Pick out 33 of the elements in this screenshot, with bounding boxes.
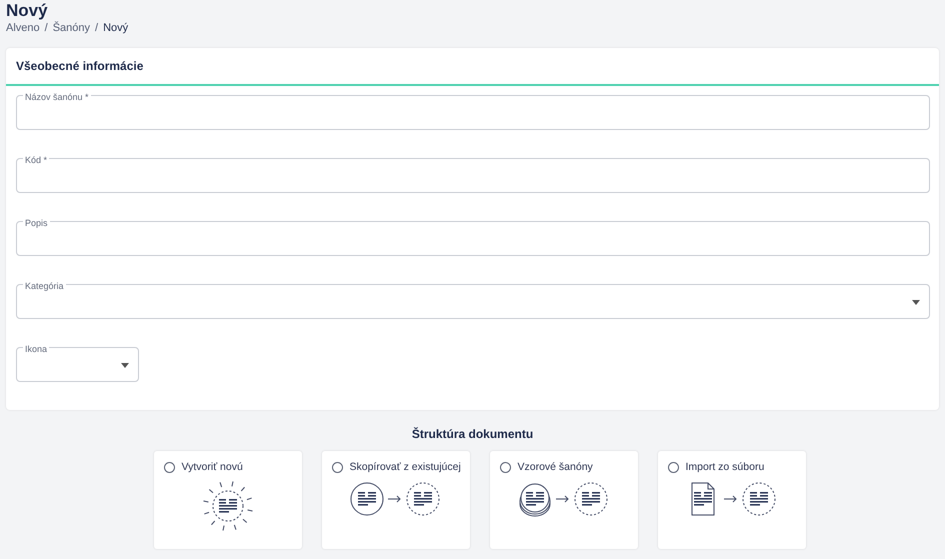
radio-button[interactable] xyxy=(500,462,510,472)
field-label: Názov šanónu * xyxy=(23,92,91,102)
input-field[interactable]: Popis xyxy=(16,221,930,256)
document-burst-drawing xyxy=(202,481,252,531)
option-card[interactable]: Vytvoriť novú xyxy=(154,451,302,549)
caret-icon xyxy=(912,300,920,305)
select-field[interactable]: Kategória xyxy=(16,284,930,319)
field-label: Kód * xyxy=(23,155,50,165)
section-title: Štruktúra dokumentu xyxy=(410,427,534,441)
input-field[interactable]: Kód * xyxy=(16,158,930,193)
option-card[interactable]: Import zo súboru xyxy=(658,451,806,549)
select-field[interactable]: Ikona xyxy=(16,347,139,382)
field-label: Kategória xyxy=(23,281,66,291)
field-label: Popis xyxy=(23,218,50,228)
field-label: Ikona xyxy=(23,344,50,354)
option-label: Import zo súboru xyxy=(686,461,764,473)
radio-button[interactable] xyxy=(668,462,678,472)
breadcrumb-link[interactable]: Šanóny xyxy=(52,21,90,35)
breadcrumb-separator: / xyxy=(95,21,98,35)
current-page-label: Nový xyxy=(103,21,128,35)
breadcrumb-separator: / xyxy=(44,21,48,35)
input-field[interactable]: Názov šanónu * xyxy=(16,95,930,130)
option-card[interactable]: Vzorové šanóny xyxy=(490,451,638,549)
option-label: Skopírovať z existujúcej xyxy=(350,461,461,473)
breadcrumb-link[interactable]: Alveno xyxy=(6,21,40,35)
caret-icon xyxy=(121,363,129,368)
page-title: Nový xyxy=(6,0,49,21)
radio-button[interactable] xyxy=(164,462,174,472)
option-card[interactable]: Skopírovať z existujúcej xyxy=(322,451,470,549)
option-label: Vytvoriť novú xyxy=(182,461,243,473)
radio-button[interactable] xyxy=(332,462,342,472)
option-label: Vzorové šanóny xyxy=(518,461,593,473)
card-title: Všeobecné informácie xyxy=(16,59,144,73)
